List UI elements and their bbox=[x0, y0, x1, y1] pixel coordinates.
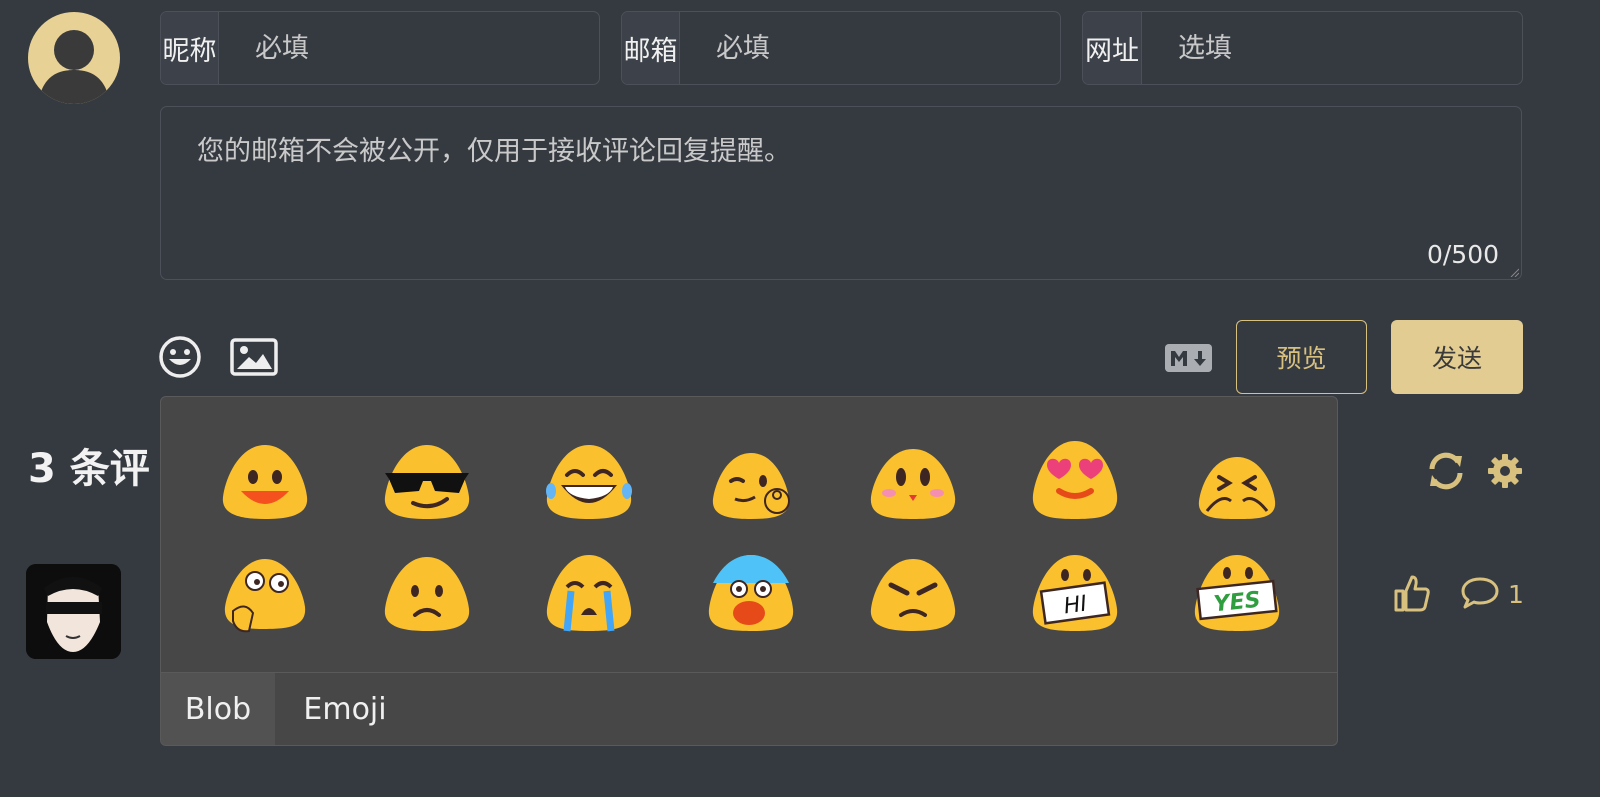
sunglasses-face-image bbox=[26, 564, 121, 659]
blob-angry-emoji[interactable] bbox=[832, 537, 994, 649]
blob-wink-ok-icon bbox=[712, 453, 790, 519]
reply-bubble-icon[interactable] bbox=[1460, 576, 1500, 610]
settings-gear-icon[interactable] bbox=[1486, 452, 1524, 490]
user-silhouette-icon bbox=[38, 30, 110, 104]
blob-sob-icon bbox=[546, 555, 632, 632]
blob-smile-icon bbox=[222, 445, 308, 519]
yes-sign-text: YES bbox=[1213, 588, 1262, 618]
commenter-avatar[interactable] bbox=[26, 564, 121, 659]
refresh-icon[interactable] bbox=[1426, 452, 1466, 490]
nickname-field: 昵称 bbox=[160, 11, 600, 85]
emoji-icon[interactable] bbox=[158, 335, 202, 379]
website-field: 网址 bbox=[1082, 11, 1523, 85]
blob-blush-emoji[interactable] bbox=[832, 425, 994, 537]
tab-emoji[interactable]: Emoji bbox=[275, 673, 415, 745]
blob-laughing-hug-emoji[interactable] bbox=[1156, 425, 1318, 537]
blob-sunglasses-icon bbox=[384, 445, 470, 519]
email-field: 邮箱 bbox=[621, 11, 1061, 85]
blob-scream-emoji[interactable] bbox=[670, 537, 832, 649]
hi-sign-text: HI bbox=[1062, 591, 1088, 619]
nickname-input[interactable] bbox=[219, 12, 599, 84]
blob-yes-sign-icon: YES bbox=[1194, 555, 1280, 631]
website-label: 网址 bbox=[1083, 12, 1142, 84]
emoji-tab-bar: Blob Emoji bbox=[161, 672, 1337, 745]
blob-heart-eyes-icon bbox=[1032, 441, 1118, 519]
reply-count: 1 bbox=[1508, 580, 1524, 609]
email-input[interactable] bbox=[680, 12, 1060, 84]
comments-count-title: 3 条评 bbox=[28, 446, 150, 492]
comment-editor: 0/500 bbox=[160, 106, 1522, 280]
nickname-label: 昵称 bbox=[161, 12, 219, 84]
tab-blob[interactable]: Blob bbox=[161, 673, 275, 745]
emoji-grid: HI YES bbox=[184, 425, 1320, 649]
comment-textarea[interactable] bbox=[161, 107, 1521, 279]
markdown-icon[interactable] bbox=[1165, 344, 1212, 372]
user-avatar bbox=[28, 12, 120, 104]
blob-blush-icon bbox=[870, 449, 956, 519]
email-label: 邮箱 bbox=[622, 12, 680, 84]
emoji-picker-panel: HI YES Blob Emoji bbox=[160, 396, 1338, 746]
blob-laughing-hug-icon bbox=[1198, 457, 1276, 519]
website-input[interactable] bbox=[1142, 12, 1522, 84]
blob-hi-sign-emoji[interactable]: HI bbox=[994, 537, 1156, 649]
blob-frown-emoji[interactable] bbox=[346, 537, 508, 649]
blob-smile-emoji[interactable] bbox=[184, 425, 346, 537]
blob-thinking-icon bbox=[224, 559, 306, 633]
blob-wink-ok-emoji[interactable] bbox=[670, 425, 832, 537]
blob-yes-sign-emoji[interactable]: YES bbox=[1156, 537, 1318, 649]
image-icon[interactable] bbox=[230, 338, 278, 376]
blob-scream-icon bbox=[708, 555, 794, 631]
blob-grin-emoji[interactable] bbox=[508, 425, 670, 537]
blob-angry-icon bbox=[870, 559, 956, 631]
blob-heart-eyes-emoji[interactable] bbox=[994, 425, 1156, 537]
char-counter: 0/500 bbox=[1426, 240, 1499, 269]
blob-frown-icon bbox=[384, 557, 470, 631]
preview-button[interactable]: 预览 bbox=[1236, 320, 1367, 394]
blob-sunglasses-emoji[interactable] bbox=[346, 425, 508, 537]
like-thumb-icon[interactable] bbox=[1393, 573, 1431, 613]
resize-grip-icon[interactable] bbox=[1509, 267, 1519, 277]
blob-hi-sign-icon: HI bbox=[1032, 555, 1118, 631]
blob-sob-emoji[interactable] bbox=[508, 537, 670, 649]
blob-thinking-emoji[interactable] bbox=[184, 537, 346, 649]
send-button[interactable]: 发送 bbox=[1391, 320, 1523, 394]
blob-grin-icon bbox=[546, 445, 632, 519]
